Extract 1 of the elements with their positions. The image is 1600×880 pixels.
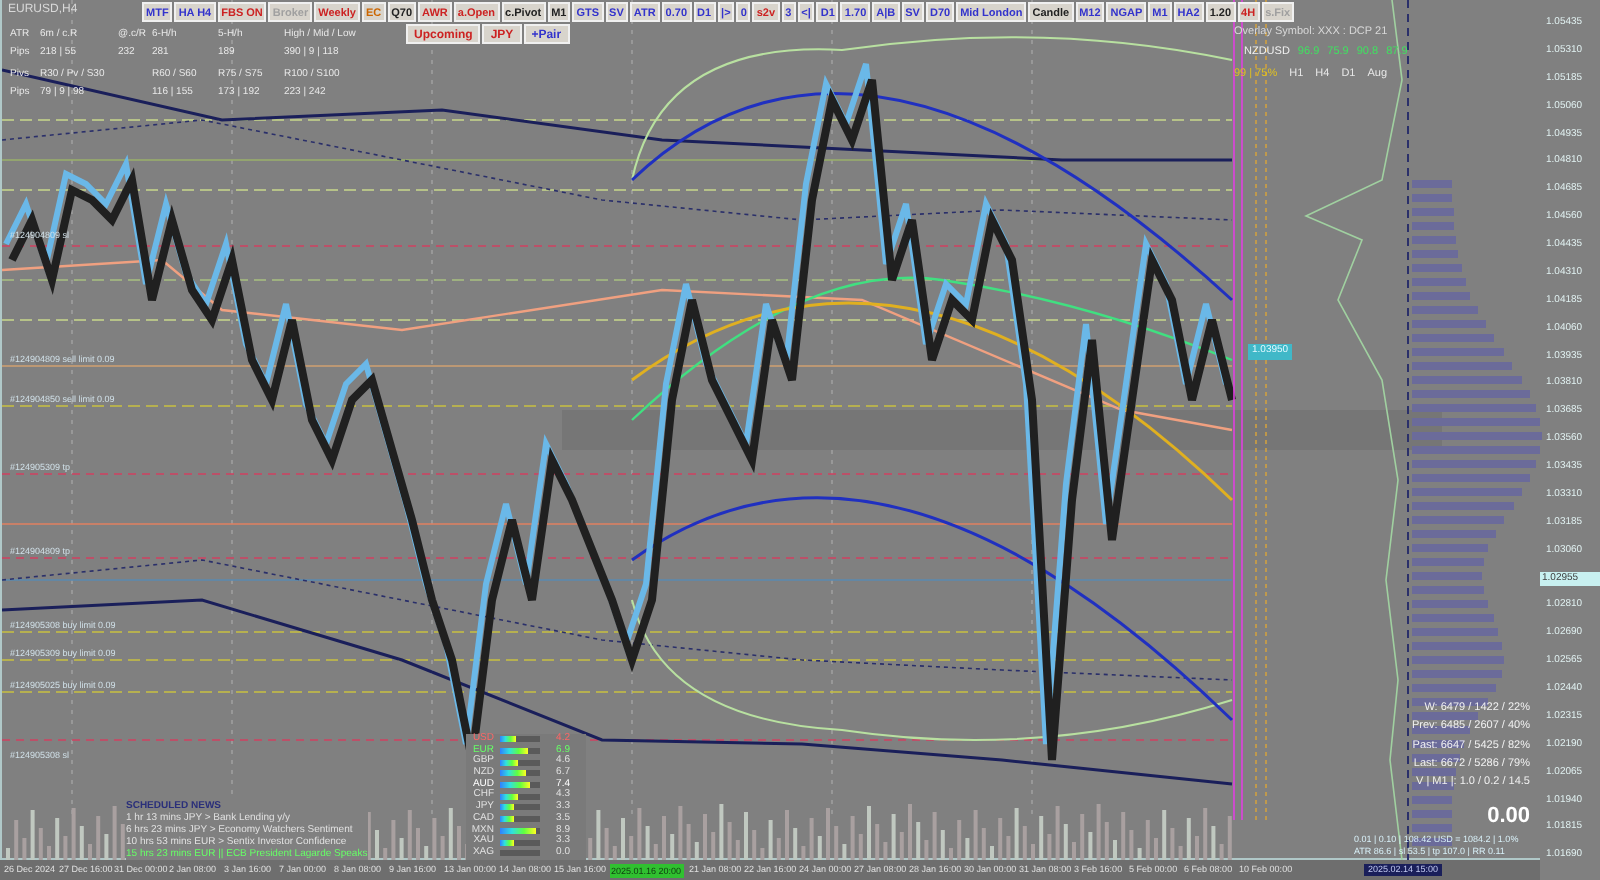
balance-value: 0.00 [1487,806,1530,828]
